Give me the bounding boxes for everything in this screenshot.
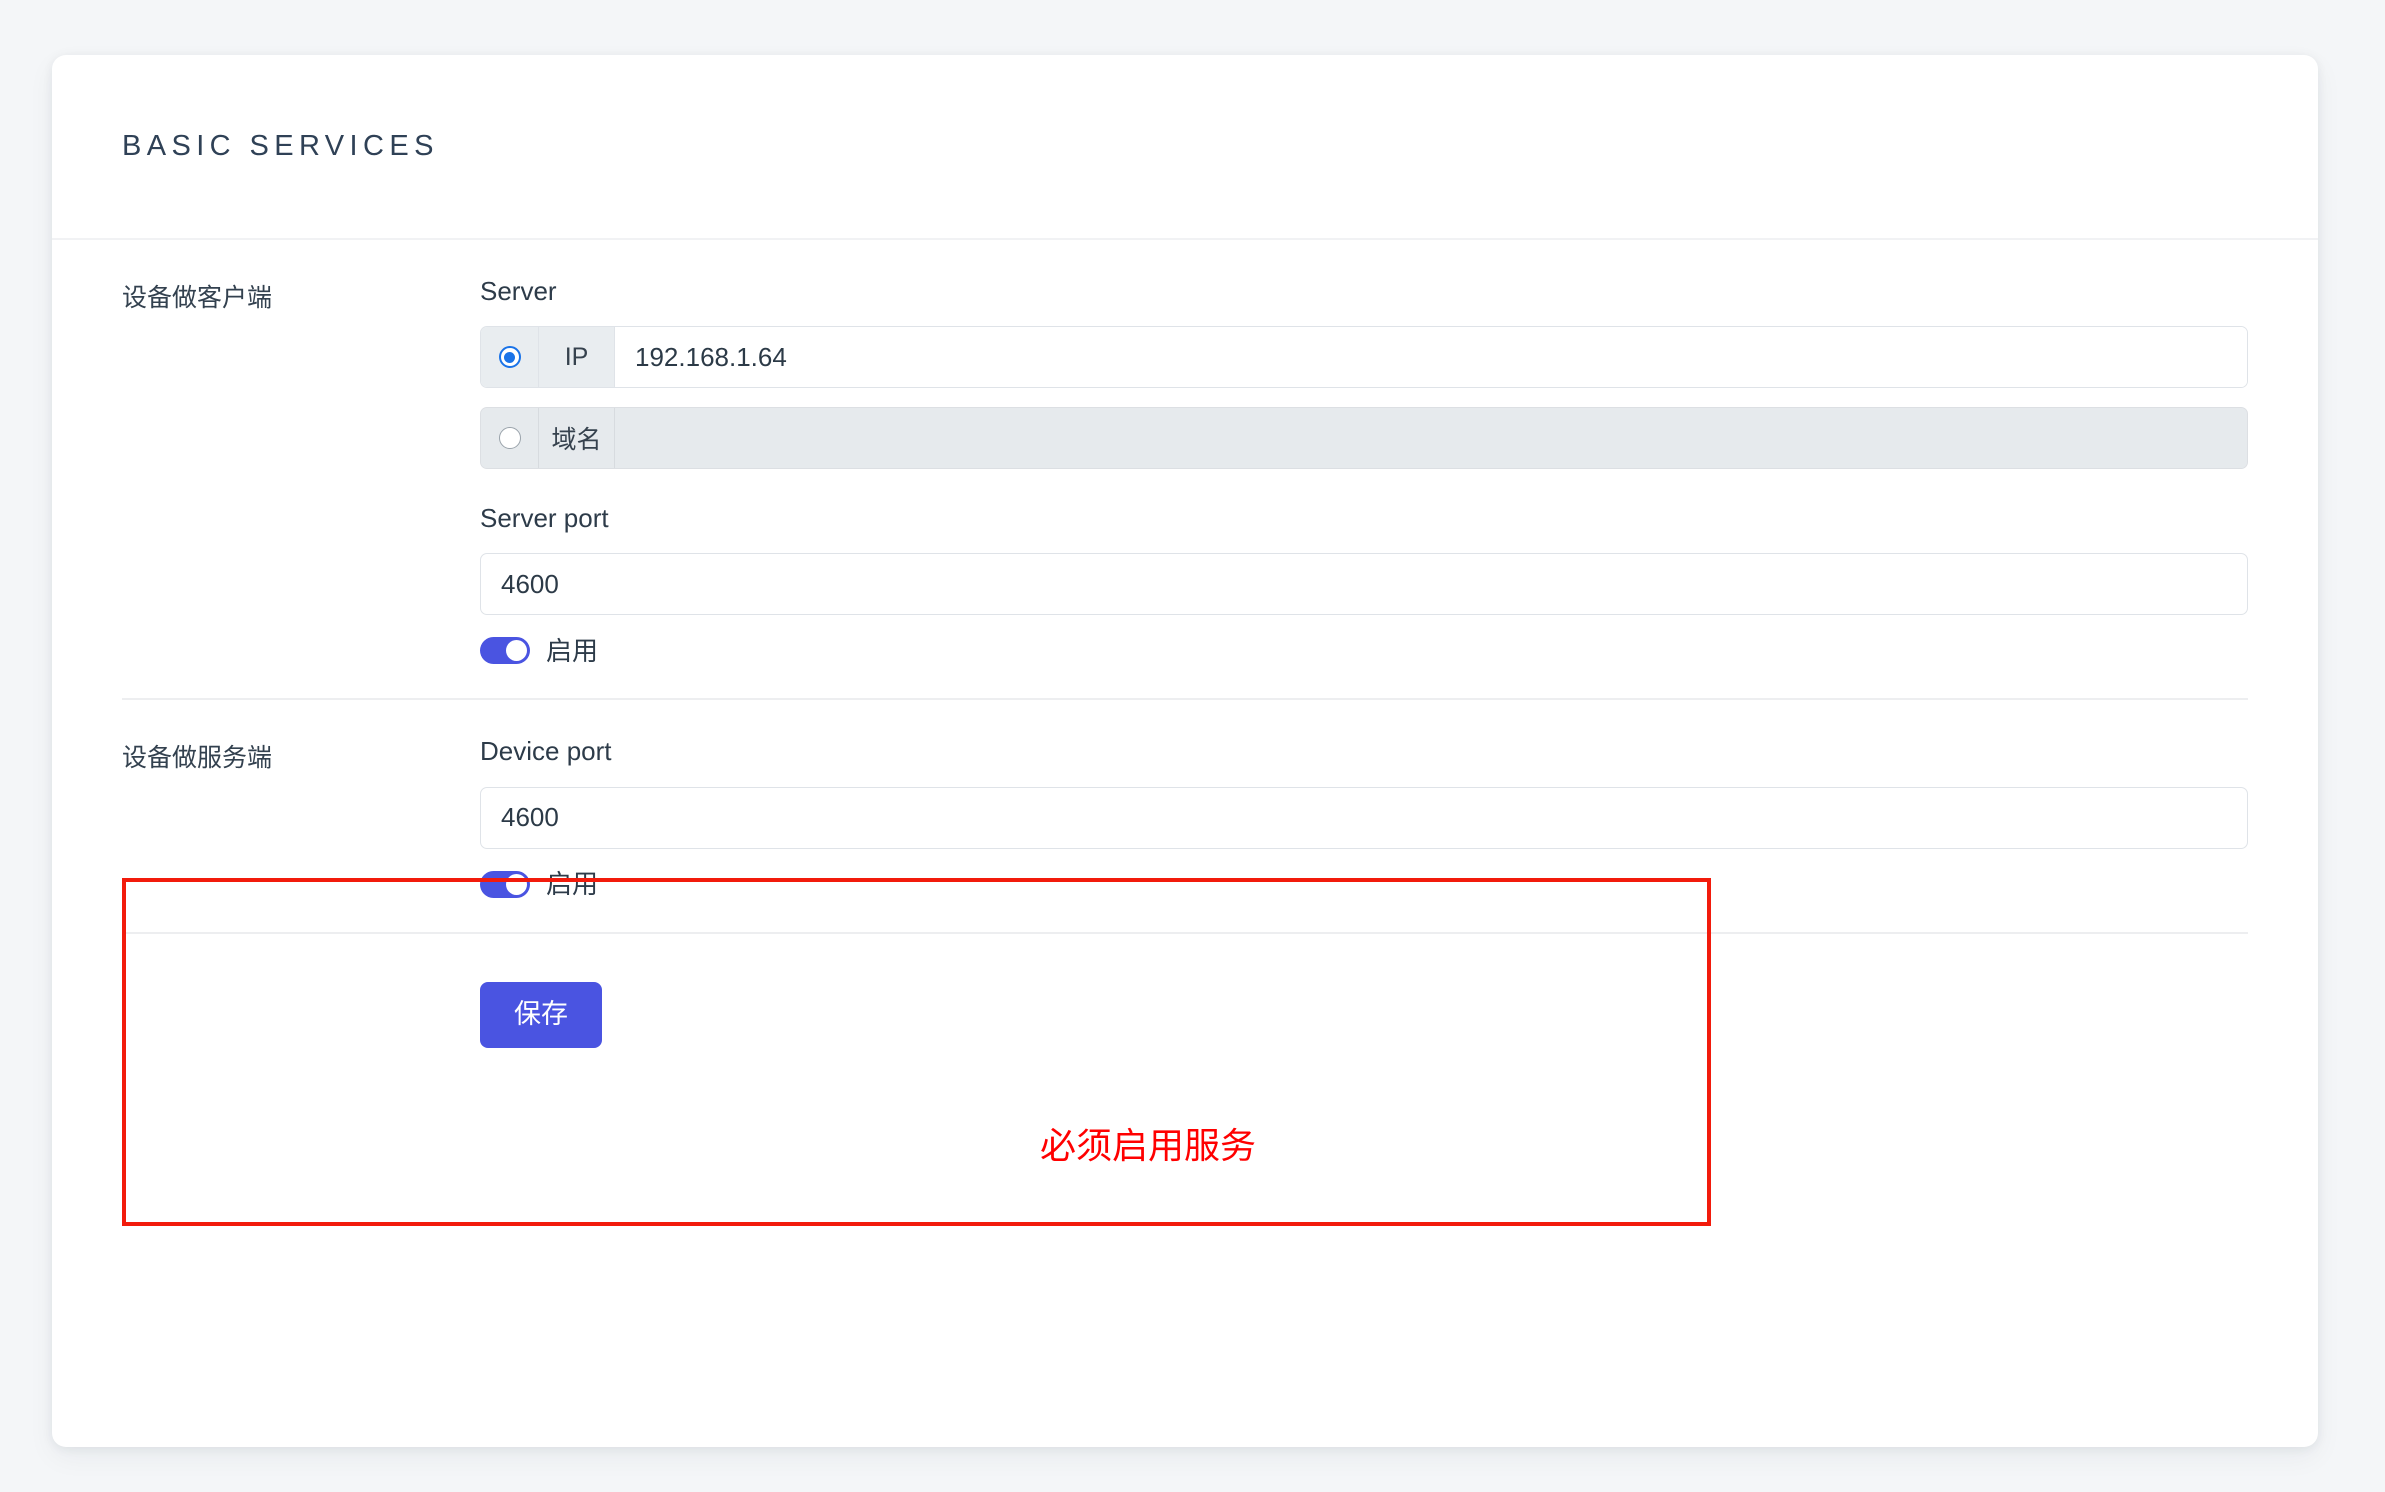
server-domain-radio[interactable] xyxy=(498,427,521,450)
server-port-field-label: Server port xyxy=(480,503,609,534)
client-enable-toggle-label: 启用 xyxy=(546,635,599,666)
server-domain-radio-cell[interactable] xyxy=(481,408,539,469)
server-ip-input-group: IP xyxy=(480,326,2248,389)
device-port-field-label: Device port xyxy=(480,736,612,767)
server-port-input[interactable] xyxy=(480,553,2248,616)
server-enable-toggle-wrap: 启用 xyxy=(480,869,2248,900)
server-section-row: 设备做服务端 Device port 启用 xyxy=(52,700,2318,931)
save-button[interactable]: 保存 xyxy=(480,981,602,1048)
server-ip-input[interactable] xyxy=(615,327,2247,388)
page-root: BASIC SERVICES 设备做客户端 Server IP 192.168.… xyxy=(0,0,2385,1492)
server-ip-radio[interactable] xyxy=(498,346,521,369)
server-field-label: Server xyxy=(480,276,557,306)
client-enable-toggle[interactable] xyxy=(480,637,530,665)
page-title: BASIC SERVICES xyxy=(122,130,439,162)
client-enable-toggle-knob xyxy=(506,640,527,662)
server-ip-radio-cell[interactable] xyxy=(481,327,539,388)
annotation-must-enable-service: 必须启用服务 xyxy=(1040,1125,1257,1166)
server-enable-toggle[interactable] xyxy=(480,870,530,898)
server-domain-prefix-label: 域名 xyxy=(539,408,615,469)
server-enable-toggle-label: 启用 xyxy=(546,869,599,900)
server-ip-prefix-label: IP xyxy=(539,327,615,388)
client-section-label: 设备做客户端 xyxy=(122,284,273,312)
footer-actions: 保存 xyxy=(52,934,2318,1048)
server-section-fields: Device port 启用 xyxy=(480,700,2248,931)
basic-services-card: BASIC SERVICES 设备做客户端 Server IP 192.168.… xyxy=(52,55,2318,1447)
server-section-label: 设备做服务端 xyxy=(122,744,273,773)
client-enable-toggle-wrap: 启用 xyxy=(480,635,2248,666)
footer-spacer xyxy=(122,982,480,1048)
card-body: 设备做客户端 Server IP 192.168.1.64 域名 Server … xyxy=(52,240,2318,1048)
device-port-input[interactable] xyxy=(480,786,2248,849)
client-section-row: 设备做客户端 Server IP 192.168.1.64 域名 Server … xyxy=(52,240,2318,698)
card-header: BASIC SERVICES xyxy=(52,55,2318,240)
server-domain-input[interactable] xyxy=(615,408,2247,469)
server-domain-input-group: 域名 xyxy=(480,407,2248,470)
client-section-fields: Server IP 域名 xyxy=(480,240,2248,698)
server-enable-toggle-knob xyxy=(506,873,527,895)
